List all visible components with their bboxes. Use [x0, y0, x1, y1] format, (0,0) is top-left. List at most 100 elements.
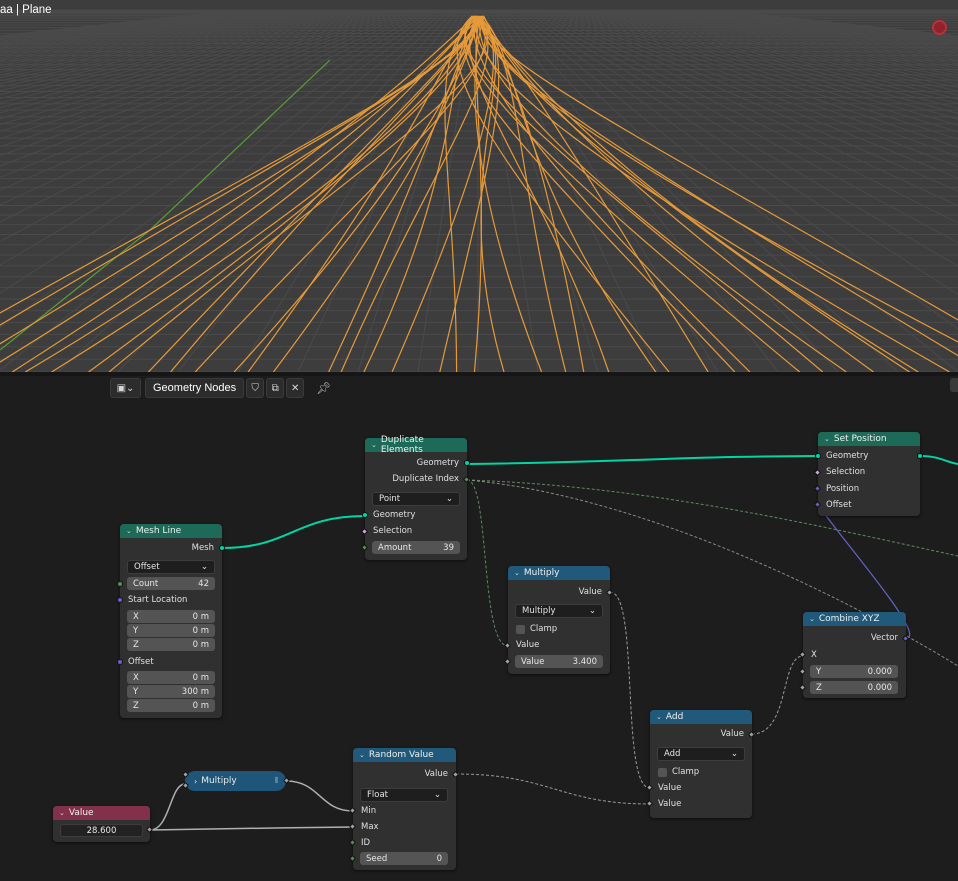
record-circle-icon[interactable]: [932, 20, 947, 35]
input-offset-label: Offset: [826, 500, 852, 510]
node-random-value[interactable]: ⌄ Random Value Value Float ⌄ Min Max ID Se…: [348, 748, 460, 870]
collapse-chevron-icon[interactable]: ⌄: [371, 441, 377, 449]
link-multiply-to-add: [609, 591, 651, 789]
output-geometry-label: Geometry: [416, 458, 459, 468]
node-editor-icon[interactable]: ▣⌄: [110, 378, 141, 398]
data-type-dropdown[interactable]: Float ⌄: [360, 788, 448, 802]
seed-field[interactable]: Seed 0: [360, 852, 448, 865]
node-combine-xyz[interactable]: ⌄ Combine XYZ Vector X Y 0.000 Z 0.000: [798, 612, 910, 698]
node-title: Set Position: [833, 434, 887, 444]
node-editor[interactable]: ▣⌄ Geometry Nodes ⛉ ⧉ ✕ 📌︎ ⌄ Mesh Line Me…: [0, 376, 958, 881]
socket-start-location[interactable]: [117, 597, 123, 603]
collapse-chevron-icon[interactable]: ⌄: [126, 527, 132, 535]
node-title: Combine XYZ: [818, 614, 880, 624]
input-max-label: Max: [361, 822, 379, 832]
close-icon[interactable]: ✕: [286, 378, 305, 398]
operation-dropdown[interactable]: Add ⌄: [657, 747, 745, 761]
output-vector-label: Vector: [870, 633, 898, 643]
collapse-chevron-icon[interactable]: ⌄: [59, 809, 65, 817]
offset-x-field[interactable]: X0 m: [127, 671, 215, 684]
fake-user-shield-icon[interactable]: ⛉: [246, 378, 265, 398]
mode-dropdown[interactable]: Offset ⌄: [127, 560, 215, 574]
domain-dropdown[interactable]: Point ⌄: [372, 492, 460, 506]
start-z-field[interactable]: Z0 m: [127, 638, 215, 651]
3d-viewport[interactable]: aa | Plane: [0, 0, 958, 372]
output-value-label: Value: [578, 587, 602, 597]
collapse-chevron-icon[interactable]: ⌄: [514, 569, 520, 577]
y-field[interactable]: Y 0.000: [810, 665, 898, 678]
node-duplicate-elements[interactable]: ⌄ Duplicate Elements Geometry Duplicate I…: [360, 435, 471, 560]
output-value-label: Value: [720, 729, 744, 739]
output-value-label: Value: [424, 769, 448, 779]
offset-label: Offset: [128, 657, 154, 667]
socket-mesh-out[interactable]: [219, 545, 225, 551]
clamp-checkbox[interactable]: Clamp: [516, 622, 557, 636]
duplicate-icon[interactable]: ⧉: [266, 378, 285, 398]
node-add[interactable]: ⌄ Add Value Add ⌄ Clamp Value Value: [645, 710, 756, 818]
socket-count[interactable]: [117, 581, 123, 587]
link-index-to-multiply: [466, 479, 509, 647]
offset-y-field[interactable]: Y 300 m: [127, 685, 215, 698]
input-geometry-label: Geometry: [373, 510, 416, 520]
link-duplicate-to-setposition: [466, 455, 819, 465]
collapse-chevron-icon[interactable]: ⌄: [656, 713, 662, 721]
collapse-chevron-icon[interactable]: ⌄: [809, 615, 815, 623]
value-field[interactable]: Value 3.400: [515, 655, 603, 668]
node-multiply-collapsed[interactable]: › Multiply ⦀: [185, 771, 286, 791]
pin-icon[interactable]: 📌︎: [316, 381, 331, 395]
editor-corner-button[interactable]: [950, 378, 958, 392]
link-mesh-to-duplicate: [221, 515, 366, 549]
input-x-label: X: [811, 650, 817, 660]
link-value-to-multiply2: [149, 783, 186, 831]
expand-chevron-icon[interactable]: ›: [194, 777, 197, 786]
link-random-to-add: [455, 773, 651, 805]
value-input-field[interactable]: 28.600: [60, 824, 143, 837]
socket-geometry-in[interactable]: [362, 512, 368, 518]
node-editor-header: ▣⌄ Geometry Nodes ⛉ ⧉ ✕ 📌︎: [110, 378, 331, 398]
output-duplicate-index-label: Duplicate Index: [392, 474, 459, 484]
node-title: Multiply: [523, 568, 560, 578]
socket-geometry-in[interactable]: [815, 453, 821, 459]
operation-dropdown[interactable]: Multiply ⌄: [515, 604, 603, 618]
start-y-field[interactable]: Y0 m: [127, 624, 215, 637]
z-field[interactable]: Z 0.000: [810, 681, 898, 694]
input-value1-label: Value: [658, 783, 682, 793]
input-value2-label: Value: [658, 799, 682, 809]
node-set-position[interactable]: ⌄ Set Position Geometry Selection Positio…: [813, 432, 923, 516]
geometry-label: Geometry: [826, 451, 869, 461]
input-selection-label: Selection: [373, 526, 413, 536]
link-multiply2-to-min: [285, 780, 354, 812]
amount-field[interactable]: Amount 39: [372, 541, 460, 554]
count-field[interactable]: Count 42: [127, 577, 215, 590]
input-selection-label: Selection: [826, 467, 866, 477]
node-mesh-line[interactable]: ⌄ Mesh Line Mesh Offset ⌄ Count 42 Start Lo…: [117, 524, 225, 718]
link-value-to-max: [149, 826, 354, 831]
link-add-to-combine: [751, 655, 804, 735]
node-title: Add: [665, 712, 684, 722]
node-title: Value: [68, 808, 94, 818]
input-position-label: Position: [826, 484, 860, 494]
start-x-field[interactable]: X0 m: [127, 610, 215, 623]
output-mesh-label: Mesh: [191, 543, 214, 553]
input-value-label: Value: [516, 640, 540, 650]
viewport-object-title: aa | Plane: [0, 4, 52, 16]
offset-z-field[interactable]: Z0 m: [127, 699, 215, 712]
node-title: Duplicate Elements: [380, 435, 424, 455]
collapse-chevron-icon[interactable]: ⌄: [359, 751, 365, 759]
start-location-label: Start Location: [128, 595, 188, 605]
node-multiply[interactable]: ⌄ Multiply Value Multiply ⌄ Clamp Value Va…: [503, 566, 614, 674]
node-tree-name[interactable]: Geometry Nodes: [145, 378, 245, 398]
viewport-canvas: [0, 9, 958, 372]
clamp-checkbox[interactable]: Clamp: [658, 765, 699, 779]
node-title: Multiply: [201, 776, 237, 786]
node-title: Mesh Line: [135, 526, 182, 536]
input-id-label: ID: [361, 838, 371, 848]
socket-geometry-out[interactable]: [464, 460, 470, 466]
collapse-chevron-icon[interactable]: ⌄: [824, 435, 830, 443]
socket-offset[interactable]: [117, 659, 123, 665]
node-value[interactable]: ⌄ Value 28.600: [53, 806, 150, 842]
link-setposition-out: [919, 455, 958, 465]
socket-geometry-out[interactable]: [917, 453, 923, 459]
hidden-sockets-icon: ⦀: [274, 776, 278, 785]
input-min-label: Min: [361, 806, 377, 816]
